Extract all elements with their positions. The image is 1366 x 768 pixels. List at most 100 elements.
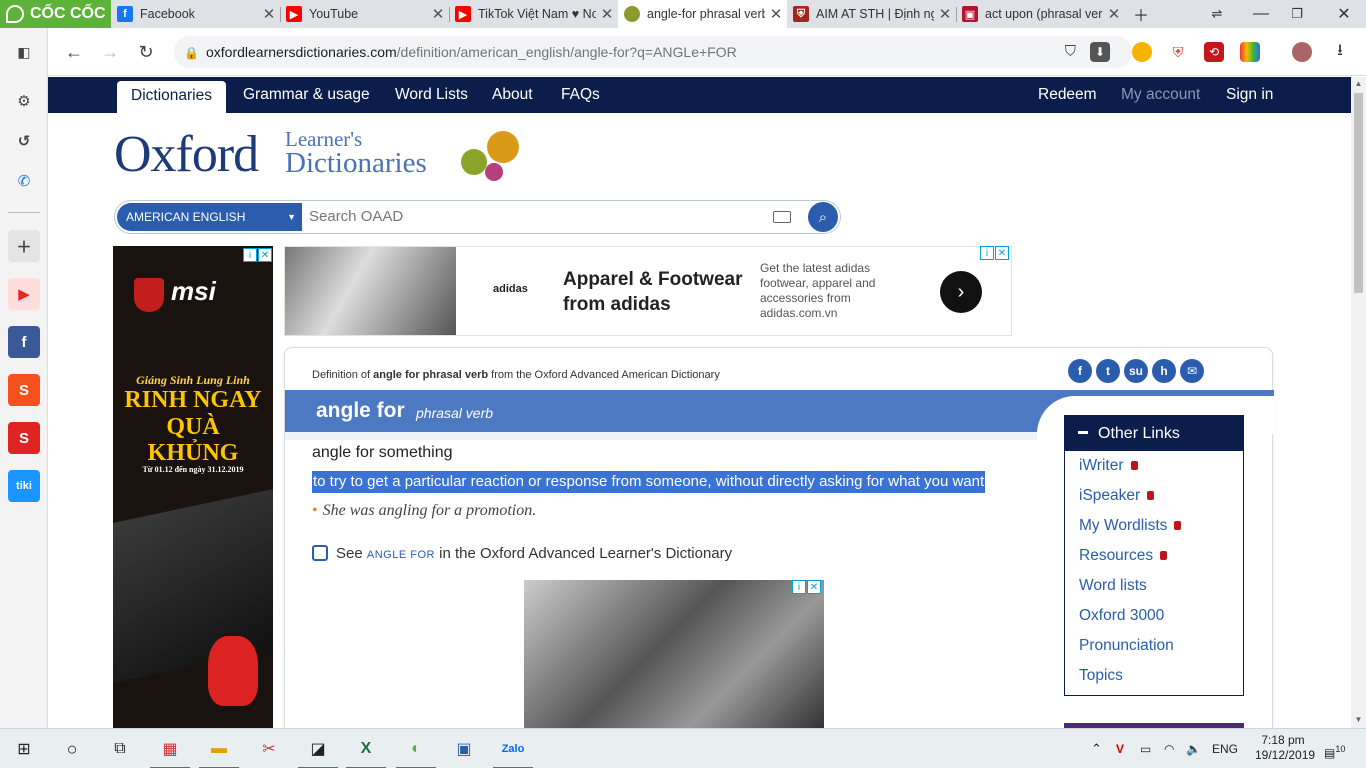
clock[interactable]: 7:18 pm 19/12/2019 [1255, 729, 1315, 768]
share-h-icon[interactable]: h [1152, 359, 1176, 383]
facebook-share-icon[interactable]: f [1068, 359, 1092, 383]
close-icon[interactable]: ✕ [258, 5, 280, 23]
see-term[interactable]: ANGLE FOR [367, 549, 435, 561]
extension-shield-icon[interactable]: ⛨ [1168, 42, 1188, 62]
nav-dictionaries[interactable]: Dictionaries [117, 81, 226, 113]
messenger-icon[interactable]: ✆ [8, 165, 40, 197]
link-iwriter[interactable]: iWriter [1065, 451, 1243, 481]
link-ispeaker[interactable]: iSpeaker [1065, 481, 1243, 511]
task-view-icon[interactable]: ⧉ [96, 729, 144, 768]
nav-my-account[interactable]: My account [1121, 77, 1200, 113]
nav-redeem[interactable]: Redeem [1038, 77, 1097, 113]
snipping-tool-icon[interactable]: ✂ [245, 729, 293, 768]
youtube-app-icon[interactable]: ▶ [8, 278, 40, 310]
sendo-app-icon[interactable]: S [8, 422, 40, 454]
notification-center-icon[interactable]: ▤10 [1324, 729, 1345, 768]
sticky-notes-icon[interactable]: ◪ [294, 729, 342, 768]
other-links-header[interactable]: Other Links [1065, 416, 1243, 451]
tray-unikey-icon[interactable]: V [1116, 729, 1124, 768]
restore-icon[interactable]: ❐ [1277, 0, 1317, 28]
scroll-down-icon[interactable]: ▼ [1351, 713, 1366, 727]
window-close-icon[interactable]: ✕ [1324, 0, 1364, 28]
close-icon[interactable]: ✕ [427, 5, 449, 23]
close-icon[interactable]: ✕ [934, 5, 956, 23]
tab-search-icon[interactable]: ⇌ [1197, 0, 1237, 28]
tray-chevron-up-icon[interactable]: ⌃ [1091, 729, 1102, 768]
keyboard-icon[interactable] [773, 211, 791, 223]
shield-icon[interactable]: ⛉ [1065, 43, 1076, 60]
close-icon[interactable]: ✕ [765, 5, 787, 23]
facebook-app-icon[interactable]: f [8, 326, 40, 358]
settings-gear-icon[interactable]: ⚙ [8, 85, 40, 117]
sidebar-toggle-icon[interactable]: ◧ [8, 36, 40, 68]
language-indicator[interactable]: ENG [1212, 729, 1238, 768]
tab-youtube[interactable]: ▶ YouTube ✕ [280, 0, 449, 28]
photos-app-icon[interactable]: ▣ [440, 729, 488, 768]
scrollbar-thumb[interactable] [1354, 93, 1363, 293]
adchoices-icon[interactable]: i [980, 246, 994, 260]
adchoices-icon[interactable]: i [243, 248, 257, 262]
tab-act-upon[interactable]: ▣ act upon (phrasal ver ✕ [956, 0, 1125, 28]
search-icon[interactable]: ⌕ [808, 202, 838, 232]
file-explorer-icon[interactable]: ▬ [195, 729, 243, 768]
nav-grammar-usage[interactable]: Grammar & usage [243, 77, 370, 113]
add-sidebar-app-icon[interactable]: ＋ [8, 230, 40, 262]
link-my-wordlists[interactable]: My Wordlists [1065, 511, 1243, 541]
windows-start-icon[interactable]: ⊞ [0, 729, 48, 768]
ad-close-icon[interactable]: ✕ [995, 246, 1009, 260]
extension-chrome-icon[interactable] [1132, 42, 1152, 62]
cortana-search-icon[interactable]: ○ [48, 729, 96, 768]
link-pronunciation[interactable]: Pronunciation [1065, 631, 1243, 661]
zalo-icon[interactable]: Zalo [489, 729, 537, 768]
battery-icon[interactable]: ▭ [1140, 729, 1151, 768]
ad-close-icon[interactable]: ✕ [807, 580, 821, 594]
link-resources[interactable]: Resources [1065, 541, 1243, 571]
reload-icon[interactable]: ↻ [132, 38, 160, 66]
tiki-app-icon[interactable]: tiki [8, 470, 40, 502]
taskbar-app-icon[interactable]: ▦ [146, 729, 194, 768]
download-manager-icon[interactable]: ⬇ [1090, 42, 1110, 62]
forward-arrow-icon[interactable]: → [96, 38, 124, 66]
shopee-app-icon[interactable]: S [8, 374, 40, 406]
scroll-up-icon[interactable]: ▲ [1351, 77, 1366, 91]
tab-aim-at-sth[interactable]: ⛨ AIM AT STH | Định ng ✕ [787, 0, 956, 28]
nav-about[interactable]: About [492, 77, 533, 113]
link-topics[interactable]: Topics [1065, 661, 1243, 691]
ad-close-icon[interactable]: ✕ [258, 248, 272, 262]
close-icon[interactable]: ✕ [596, 5, 618, 23]
nav-faqs[interactable]: FAQs [561, 77, 600, 113]
dictionary-select[interactable]: AMERICAN ENGLISH ▼ [117, 203, 302, 231]
profile-avatar[interactable] [1292, 42, 1312, 62]
volume-icon[interactable]: 🔈 [1186, 729, 1201, 768]
twitter-share-icon[interactable]: t [1096, 359, 1120, 383]
back-arrow-icon[interactable]: ← [60, 38, 88, 66]
adchoices-icon[interactable]: i [792, 580, 806, 594]
excel-icon[interactable]: X [342, 729, 390, 768]
chevron-right-icon[interactable]: › [940, 271, 982, 313]
stumbleupon-share-icon[interactable]: su [1124, 359, 1148, 383]
extension-color-icon[interactable] [1240, 42, 1260, 62]
page-scrollbar[interactable]: ▲ ▼ [1351, 77, 1366, 728]
minimize-icon[interactable]: — [1241, 0, 1281, 28]
tab-angle-for[interactable]: angle-for phrasal verb ✕ [618, 0, 787, 28]
download-icon[interactable]: ⭳ [1330, 42, 1350, 62]
email-share-icon[interactable]: ✉ [1180, 359, 1204, 383]
tab-facebook[interactable]: f Facebook ✕ [111, 0, 280, 28]
address-bar[interactable]: 🔒 oxfordlearnersdictionaries.com/definit… [174, 36, 1132, 68]
see-also-link[interactable]: See ANGLE FOR in the Oxford Advanced Lea… [312, 545, 732, 562]
ad-rugby-image[interactable]: i ✕ [524, 580, 824, 728]
link-word-lists[interactable]: Word lists [1065, 571, 1243, 601]
extension-red-icon[interactable]: ⟲ [1204, 42, 1224, 62]
ad-msi[interactable]: msi Giáng Sinh Lung Linh RINH NGAY QUÀ K… [113, 246, 273, 728]
nav-sign-in[interactable]: Sign in [1226, 77, 1273, 113]
search-input[interactable]: Search OAAD [309, 201, 403, 233]
history-icon[interactable]: ↺ [8, 125, 40, 157]
coccoc-taskbar-icon[interactable]: ◐ [392, 729, 440, 768]
new-tab-button[interactable]: ＋ [1121, 0, 1161, 28]
tab-tiktok[interactable]: ▶ TikTok Việt Nam ♥ Nơ ✕ [449, 0, 618, 28]
link-oxford-3000[interactable]: Oxford 3000 [1065, 601, 1243, 631]
wifi-icon[interactable]: ◠ [1164, 729, 1174, 768]
ad-adidas[interactable]: adidas Apparel & Footwear from adidas Ge… [284, 246, 1012, 336]
nav-word-lists[interactable]: Word Lists [395, 77, 468, 113]
browser-menu-button[interactable]: CỐC CỐC [0, 0, 111, 28]
